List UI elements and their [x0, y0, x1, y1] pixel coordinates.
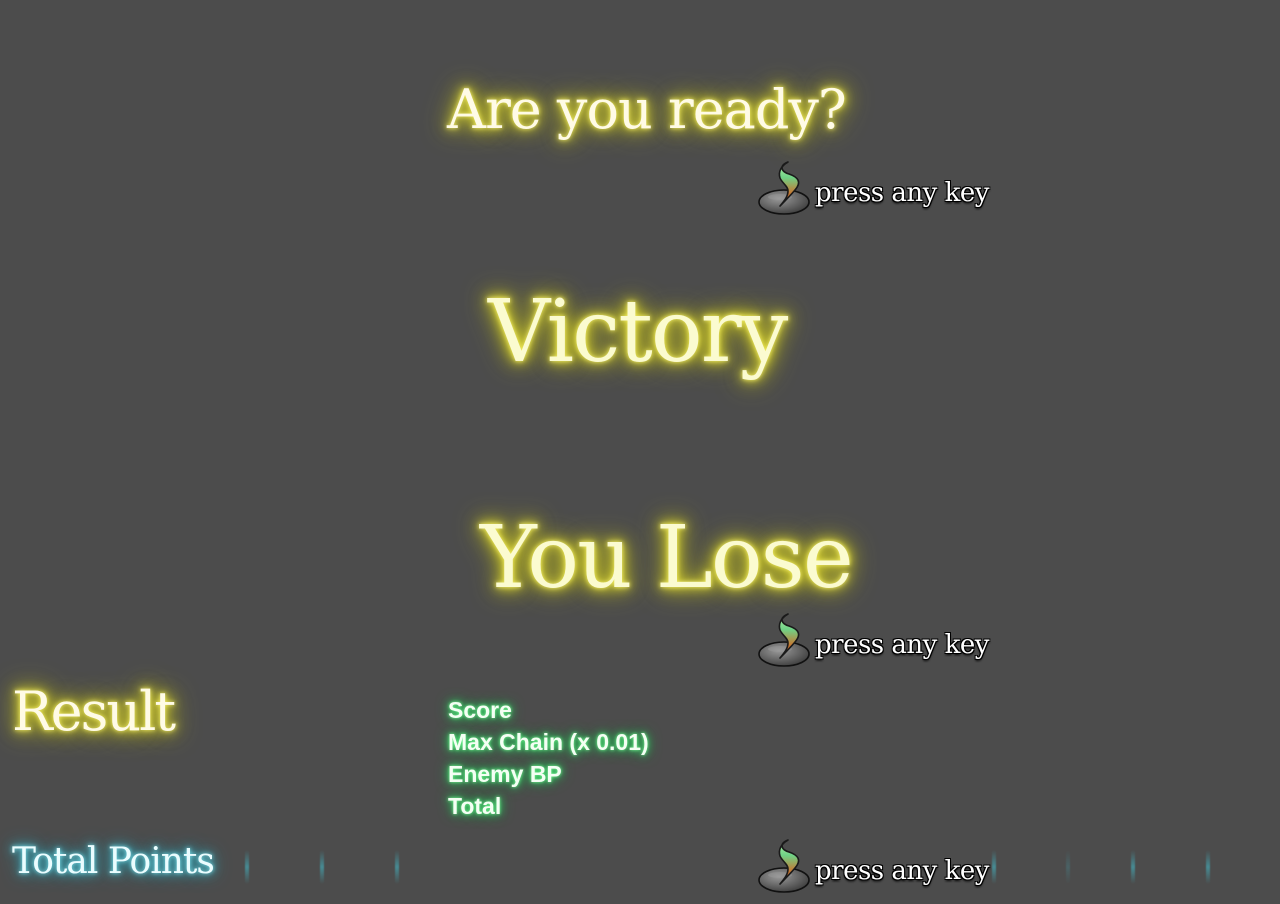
digit-placeholder — [992, 850, 996, 884]
press-any-key-prompt[interactable]: press any key — [758, 612, 989, 668]
press-any-key-label: press any key — [815, 178, 989, 208]
result-row-score: Score — [448, 697, 512, 723]
you-lose-title: You Lose — [480, 508, 854, 608]
flame-orb-icon — [758, 838, 812, 894]
result-list: Score Max Chain (x 0.01) Enemy BP Total — [448, 694, 649, 820]
press-any-key-prompt[interactable]: press any key — [758, 838, 989, 894]
result-title: Result — [12, 680, 176, 743]
result-row-total: Total — [448, 793, 502, 819]
result-row-enemy-bp: Enemy BP — [448, 761, 562, 787]
digit-placeholder — [245, 850, 249, 884]
press-any-key-label: press any key — [815, 856, 989, 886]
digit-placeholder — [320, 850, 324, 884]
digit-placeholder — [1131, 850, 1135, 884]
digit-placeholder — [1066, 850, 1070, 884]
victory-title: Victory — [488, 282, 788, 382]
result-row-max-chain: Max Chain (x 0.01) — [448, 729, 649, 755]
digit-placeholder — [395, 850, 399, 884]
flame-orb-icon — [758, 612, 812, 668]
ready-title: Are you ready? — [447, 78, 847, 141]
press-any-key-prompt[interactable]: press any key — [758, 160, 989, 216]
flame-orb-icon — [758, 160, 812, 216]
digit-placeholder — [1206, 850, 1210, 884]
press-any-key-label: press any key — [815, 630, 989, 660]
game-screen: Are you ready? press any key Victory You… — [0, 0, 1280, 904]
total-points-title: Total Points — [12, 841, 215, 882]
